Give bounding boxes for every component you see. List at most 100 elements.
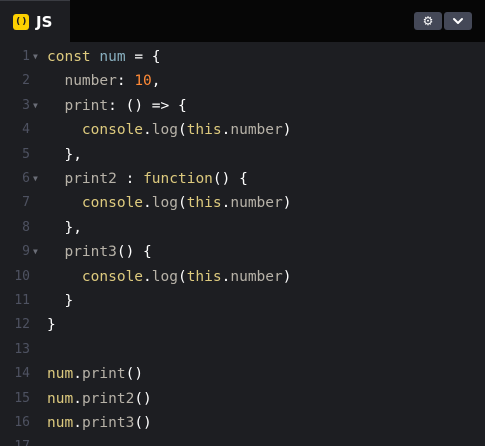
code-token: () — [134, 390, 152, 407]
code-text: print2 : function() { — [47, 167, 248, 191]
code-token: . — [143, 195, 152, 212]
code-token: print2 — [81, 390, 135, 407]
code-token: log — [151, 195, 178, 212]
code-text: const num = { — [47, 45, 161, 69]
code-text: }, — [47, 143, 81, 167]
code-token: num — [47, 415, 74, 431]
code-token: () { — [212, 171, 248, 187]
code-line: 5 }, — [0, 143, 485, 167]
code-token: log — [151, 268, 178, 285]
code-token: . — [73, 366, 82, 383]
code-token: } — [47, 317, 56, 334]
code-token: print3 — [81, 415, 135, 431]
gear-icon: ⚙ — [422, 14, 434, 28]
code-text: } — [47, 289, 73, 313]
code-token: print3 — [64, 244, 117, 261]
code-token: print — [81, 366, 126, 383]
code-token: this — [186, 122, 222, 139]
fold-arrow-icon[interactable]: ▼ — [33, 45, 38, 69]
code-token: print — [64, 97, 109, 114]
code-token: ) — [282, 195, 292, 212]
js-file-icon: ( ) — [13, 14, 29, 30]
code-token: ) — [282, 268, 292, 285]
line-number: 14 — [14, 366, 30, 382]
fold-arrow-icon[interactable]: ▼ — [33, 94, 38, 118]
code-text: num.print2() — [47, 387, 152, 411]
code-token: number — [230, 195, 283, 212]
code-editor-panel: ( ) JS ⚙ 1 ▼ const num = {2 number: 10, 3 ▼ … — [0, 0, 485, 446]
code-text: print: () => { — [47, 94, 187, 118]
code-text: }, — [47, 216, 81, 240]
code-text: console.log(this.number) — [47, 265, 292, 289]
code-token: () — [134, 415, 152, 431]
code-text: console.log(this.number) — [47, 191, 292, 215]
code-token: () { — [116, 244, 152, 261]
code-line: 17 — [0, 435, 485, 446]
code-token: console — [81, 268, 144, 285]
code-text: number: 10, — [47, 69, 161, 93]
code-text: print3() { — [47, 240, 152, 264]
code-token: () — [125, 366, 144, 383]
code-token: console — [81, 195, 144, 212]
code-token: . — [143, 122, 152, 139]
code-line: 10 console.log(this.number) — [0, 265, 485, 289]
settings-button[interactable]: ⚙ — [414, 12, 442, 30]
code-token: number — [230, 268, 283, 285]
code-token: ( — [177, 195, 187, 212]
code-token: 10 — [134, 73, 152, 90]
code-token: , — [151, 73, 161, 90]
code-line: 12} — [0, 313, 485, 337]
code-token: number — [64, 73, 117, 90]
tab-js[interactable]: ( ) JS — [0, 0, 70, 42]
line-number: 2 — [22, 73, 30, 89]
fold-arrow-icon[interactable]: ▼ — [33, 167, 38, 191]
code-line: 11 } — [0, 289, 485, 313]
code-line: 4 console.log(this.number) — [0, 118, 485, 142]
line-number: 3 — [22, 97, 30, 113]
line-number: 15 — [14, 390, 30, 406]
code-text: num.print() — [47, 362, 143, 386]
line-number: 9 — [22, 244, 30, 260]
line-number: 10 — [14, 268, 30, 284]
code-line: 6 ▼ print2 : function() { — [0, 167, 485, 191]
code-line: 3 ▼ print: () => { — [0, 94, 485, 118]
line-number: 12 — [14, 317, 30, 333]
line-number: 4 — [22, 122, 30, 138]
line-number: 6 — [22, 171, 30, 186]
code-token: this — [186, 195, 222, 212]
code-line: 14 num.print() — [0, 362, 485, 386]
code-token: num — [47, 390, 74, 407]
code-token: . — [73, 415, 82, 431]
collapse-button[interactable] — [444, 12, 472, 30]
code-area[interactable]: 1 ▼ const num = {2 number: 10, 3 ▼ print: ()… — [0, 42, 485, 446]
code-text: console.log(this.number) — [47, 118, 292, 142]
code-line: 15 num.print2() — [0, 387, 485, 411]
code-token: : — [116, 171, 144, 187]
code-token: ( — [177, 122, 187, 139]
code-token: . — [73, 390, 82, 407]
line-number: 13 — [14, 341, 30, 357]
code-token: this — [186, 268, 222, 285]
code-token: . — [143, 268, 152, 285]
line-number: 11 — [14, 293, 30, 308]
line-number: 17 — [0, 435, 30, 446]
code-token: : () => { — [108, 97, 187, 114]
code-token: function — [143, 171, 213, 187]
code-line: 7 console.log(this.number) — [0, 191, 485, 215]
code-line: 8 }, — [0, 216, 485, 240]
line-number: 5 — [22, 146, 30, 162]
fold-arrow-icon[interactable]: ▼ — [33, 240, 38, 264]
code-line: 2 number: 10, — [0, 69, 485, 93]
line-number: 8 — [22, 219, 30, 235]
code-token: } — [47, 293, 74, 309]
code-line: 9 ▼ print3() { — [0, 240, 485, 264]
code-token: : — [116, 73, 135, 90]
editor-header: ( ) JS ⚙ — [0, 0, 485, 42]
code-token: log — [151, 122, 178, 139]
code-line: 13 — [0, 338, 485, 362]
